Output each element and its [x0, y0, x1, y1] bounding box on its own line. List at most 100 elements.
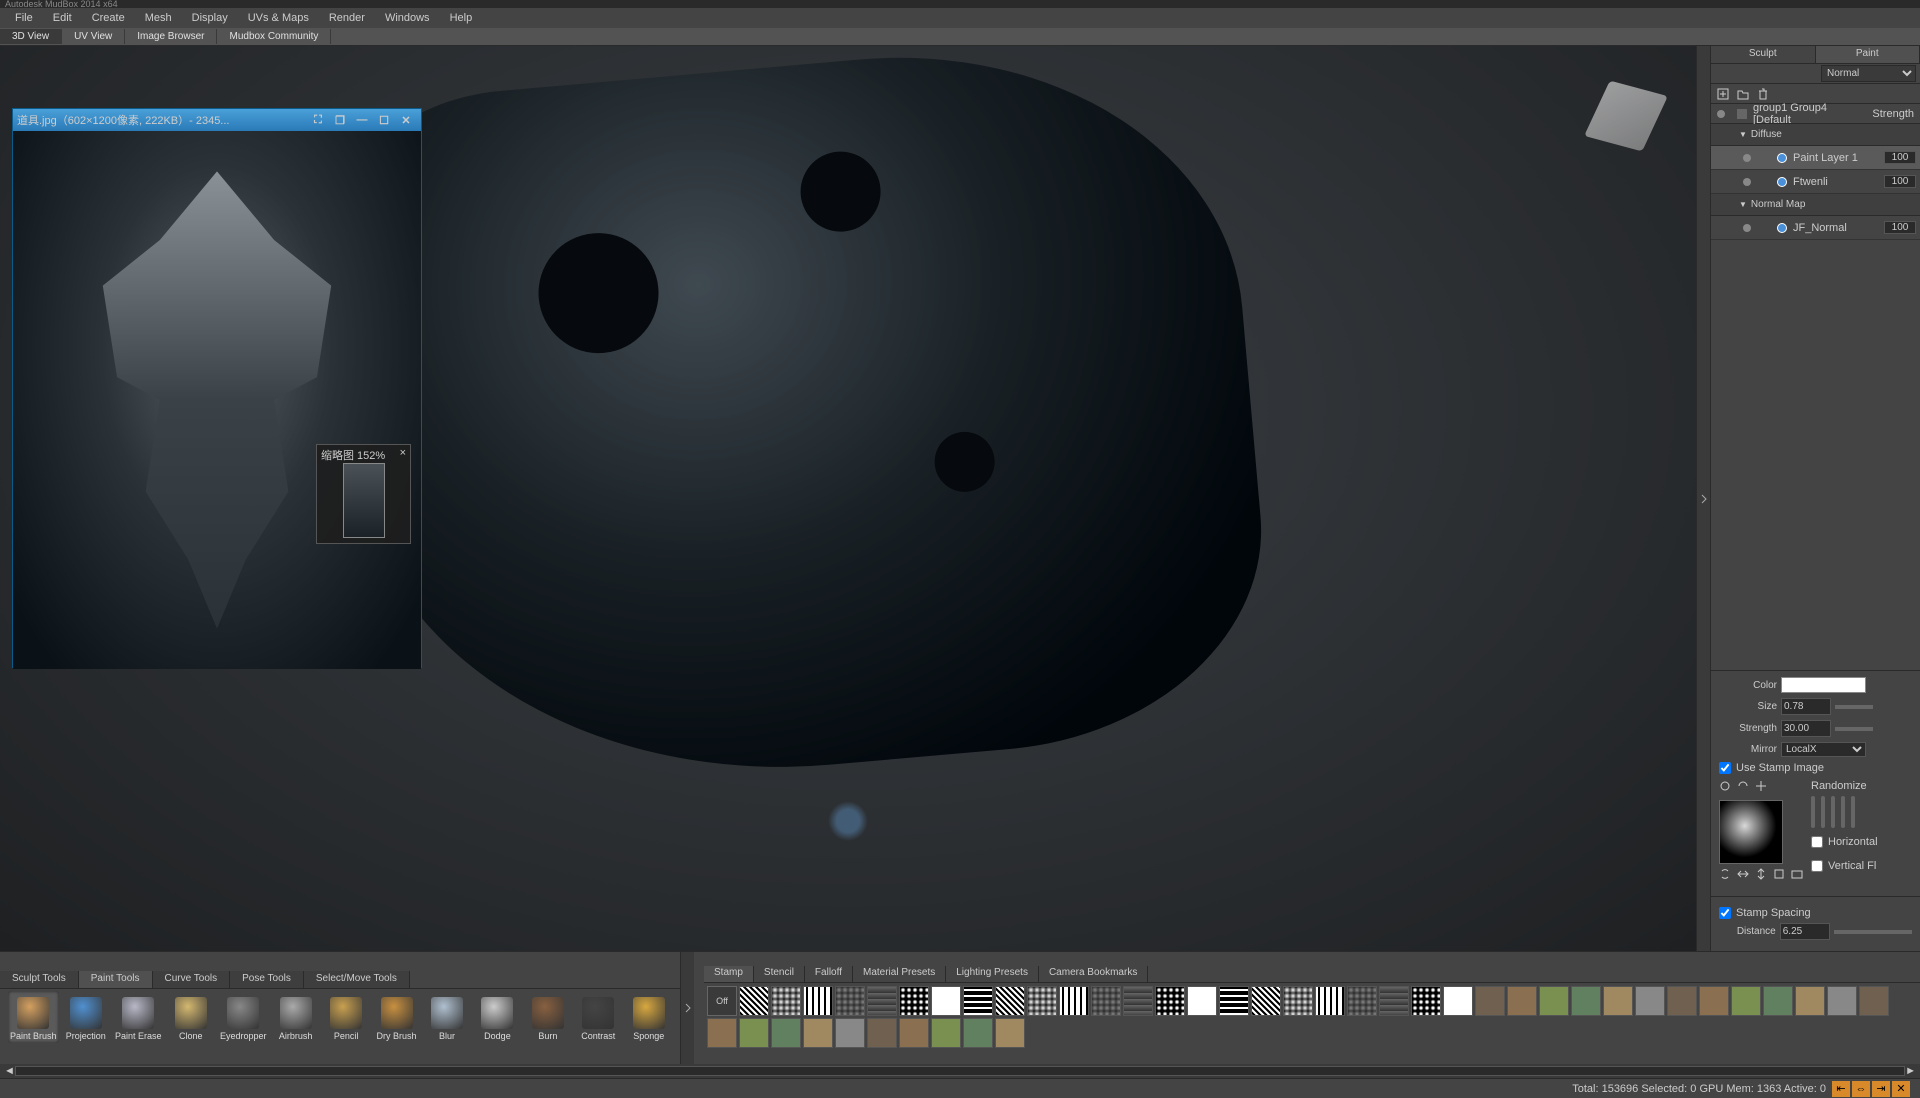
stamp-reset-icon[interactable]	[1719, 780, 1731, 792]
stamp-thumbnail[interactable]	[1443, 986, 1473, 1016]
menu-edit[interactable]: Edit	[43, 9, 82, 27]
stamp-thumbnail[interactable]	[995, 986, 1025, 1016]
tooltab-selectmovetools[interactable]: Select/Move Tools	[304, 971, 410, 988]
color-swatch[interactable]	[1781, 677, 1866, 693]
object-row[interactable]: group1 Group4 [Default Strength	[1711, 104, 1920, 124]
timeline-scrollbar[interactable]: ◄ ►	[0, 1064, 1920, 1078]
stamp-thumbnail[interactable]	[1507, 986, 1537, 1016]
menu-uvsmaps[interactable]: UVs & Maps	[238, 9, 319, 27]
stamp-thumbnail[interactable]	[771, 1018, 801, 1048]
tooltab-sculpttools[interactable]: Sculpt Tools	[0, 971, 79, 988]
menu-create[interactable]: Create	[82, 9, 135, 27]
strength-input[interactable]	[1781, 720, 1831, 737]
libtab-stencil[interactable]: Stencil	[754, 966, 805, 982]
stamp-thumbnail[interactable]	[739, 1018, 769, 1048]
stamp-flip-v-icon[interactable]	[1755, 868, 1767, 880]
libtab-camerabookmarks[interactable]: Camera Bookmarks	[1039, 966, 1148, 982]
stamp-move-icon[interactable]	[1755, 780, 1767, 792]
tool-sponge[interactable]: Sponge	[626, 991, 672, 1043]
expand-left-icon[interactable]: ⇤	[1832, 1081, 1850, 1097]
stamp-thumbnail[interactable]	[1475, 986, 1505, 1016]
menu-render[interactable]: Render	[319, 9, 375, 27]
stamp-thumbnail[interactable]	[1827, 986, 1857, 1016]
expand-right-icon[interactable]: ⇥	[1872, 1081, 1890, 1097]
menu-windows[interactable]: Windows	[375, 9, 440, 27]
stamp-thumbnail[interactable]	[739, 986, 769, 1016]
layer-visibility-dot[interactable]	[1743, 178, 1751, 186]
stamp-thumbnail[interactable]	[1795, 986, 1825, 1016]
stamp-thumbnail[interactable]	[1187, 986, 1217, 1016]
stamp-thumbnail[interactable]	[995, 1018, 1025, 1048]
channel-normalmap[interactable]: Normal Map	[1711, 194, 1920, 216]
blend-mode-select[interactable]: Normal	[1821, 65, 1916, 82]
stamp-thumbnail[interactable]	[1667, 986, 1697, 1016]
tool-eyedropper[interactable]: Eyedropper	[218, 991, 269, 1043]
stamp-thumbnail[interactable]	[963, 1018, 993, 1048]
size-slider[interactable]	[1835, 705, 1873, 709]
channel-diffuse[interactable]: Diffuse	[1711, 124, 1920, 146]
libtab-materialpresets[interactable]: Material Presets	[853, 966, 946, 982]
tool-drybrush[interactable]: Dry Brush	[373, 991, 419, 1043]
stamp-thumbnail[interactable]	[1347, 986, 1377, 1016]
tool-burn[interactable]: Burn	[525, 991, 571, 1043]
stamp-thumbnail[interactable]	[899, 1018, 929, 1048]
stamp-preview[interactable]	[1719, 800, 1783, 864]
layer-row[interactable]: Paint Layer 1	[1711, 146, 1920, 170]
new-layer-icon[interactable]	[1717, 88, 1729, 100]
tooltab-painttools[interactable]: Paint Tools	[79, 971, 153, 988]
stamp-thumbnail[interactable]	[1699, 986, 1729, 1016]
viewport-3d[interactable]: 道具.jpg（602×1200像素, 222KB）- 2345... ⛶ ❐ —…	[0, 46, 1696, 951]
stamp-thumbnail[interactable]	[1859, 986, 1889, 1016]
panel-toggle[interactable]	[1696, 46, 1710, 951]
stamp-thumbnail[interactable]	[1731, 986, 1761, 1016]
stamp-browse-icon[interactable]	[1791, 868, 1803, 880]
tooltab-posetools[interactable]: Pose Tools	[230, 971, 304, 988]
stamp-thumbnail[interactable]	[1763, 986, 1793, 1016]
stamp-thumbnail[interactable]	[899, 986, 929, 1016]
tool-projection[interactable]: Projection	[63, 991, 109, 1043]
tooltab-curvetools[interactable]: Curve Tools	[153, 971, 231, 988]
menu-help[interactable]: Help	[440, 9, 483, 27]
layer-row[interactable]: Ftwenli	[1711, 170, 1920, 194]
stamp-thumbnail[interactable]	[835, 986, 865, 1016]
menu-display[interactable]: Display	[182, 9, 238, 27]
randomize-sliders[interactable]	[1811, 796, 1912, 828]
delete-layer-icon[interactable]	[1757, 88, 1769, 100]
ref-maximize-icon[interactable]: ☐	[373, 111, 395, 129]
size-input[interactable]	[1781, 698, 1831, 715]
visibility-dot[interactable]	[1717, 110, 1725, 118]
stamp-thumbnail[interactable]	[931, 1018, 961, 1048]
tool-pencil[interactable]: Pencil	[323, 991, 369, 1043]
viewtab-mudboxcommunity[interactable]: Mudbox Community	[217, 29, 331, 44]
stamp-off-button[interactable]: Off	[707, 986, 737, 1016]
reference-image[interactable]: 缩略图 152% ×	[13, 131, 421, 669]
stamp-thumbnail[interactable]	[1091, 986, 1121, 1016]
stamp-export-icon[interactable]	[1773, 868, 1785, 880]
tray-toggle[interactable]	[680, 952, 694, 1064]
ref-restore-icon[interactable]: ❐	[329, 111, 351, 129]
stamp-thumbnail[interactable]	[1251, 986, 1281, 1016]
layer-visibility-dot[interactable]	[1743, 154, 1751, 162]
tool-contrast[interactable]: Contrast	[575, 991, 621, 1043]
navigator-close-icon[interactable]: ×	[400, 447, 406, 459]
tool-blur[interactable]: Blur	[424, 991, 470, 1043]
tool-airbrush[interactable]: Airbrush	[272, 991, 318, 1043]
expand-close-icon[interactable]: ✕	[1892, 1081, 1910, 1097]
ref-fullscreen-icon[interactable]: ⛶	[307, 111, 329, 129]
stamp-spacing-checkbox[interactable]	[1719, 907, 1731, 919]
stamp-thumbnail[interactable]	[1059, 986, 1089, 1016]
stamp-thumbnail[interactable]	[1571, 986, 1601, 1016]
stamp-thumbnail[interactable]	[1635, 986, 1665, 1016]
layer-opacity-input[interactable]	[1884, 221, 1916, 234]
stamp-thumbnail[interactable]	[1603, 986, 1633, 1016]
strength-slider[interactable]	[1835, 727, 1873, 731]
scroll-right-icon[interactable]: ►	[1905, 1065, 1916, 1077]
layer-visibility-dot[interactable]	[1743, 224, 1751, 232]
reference-image-window[interactable]: 道具.jpg（602×1200像素, 222KB）- 2345... ⛶ ❐ —…	[12, 108, 422, 668]
use-stamp-checkbox[interactable]	[1719, 762, 1731, 774]
stamp-thumbnail[interactable]	[771, 986, 801, 1016]
stamp-thumbnail[interactable]	[1315, 986, 1345, 1016]
distance-slider[interactable]	[1834, 930, 1912, 934]
tab-paint[interactable]: Paint	[1816, 46, 1920, 63]
stamp-thumbnail[interactable]	[1219, 986, 1249, 1016]
